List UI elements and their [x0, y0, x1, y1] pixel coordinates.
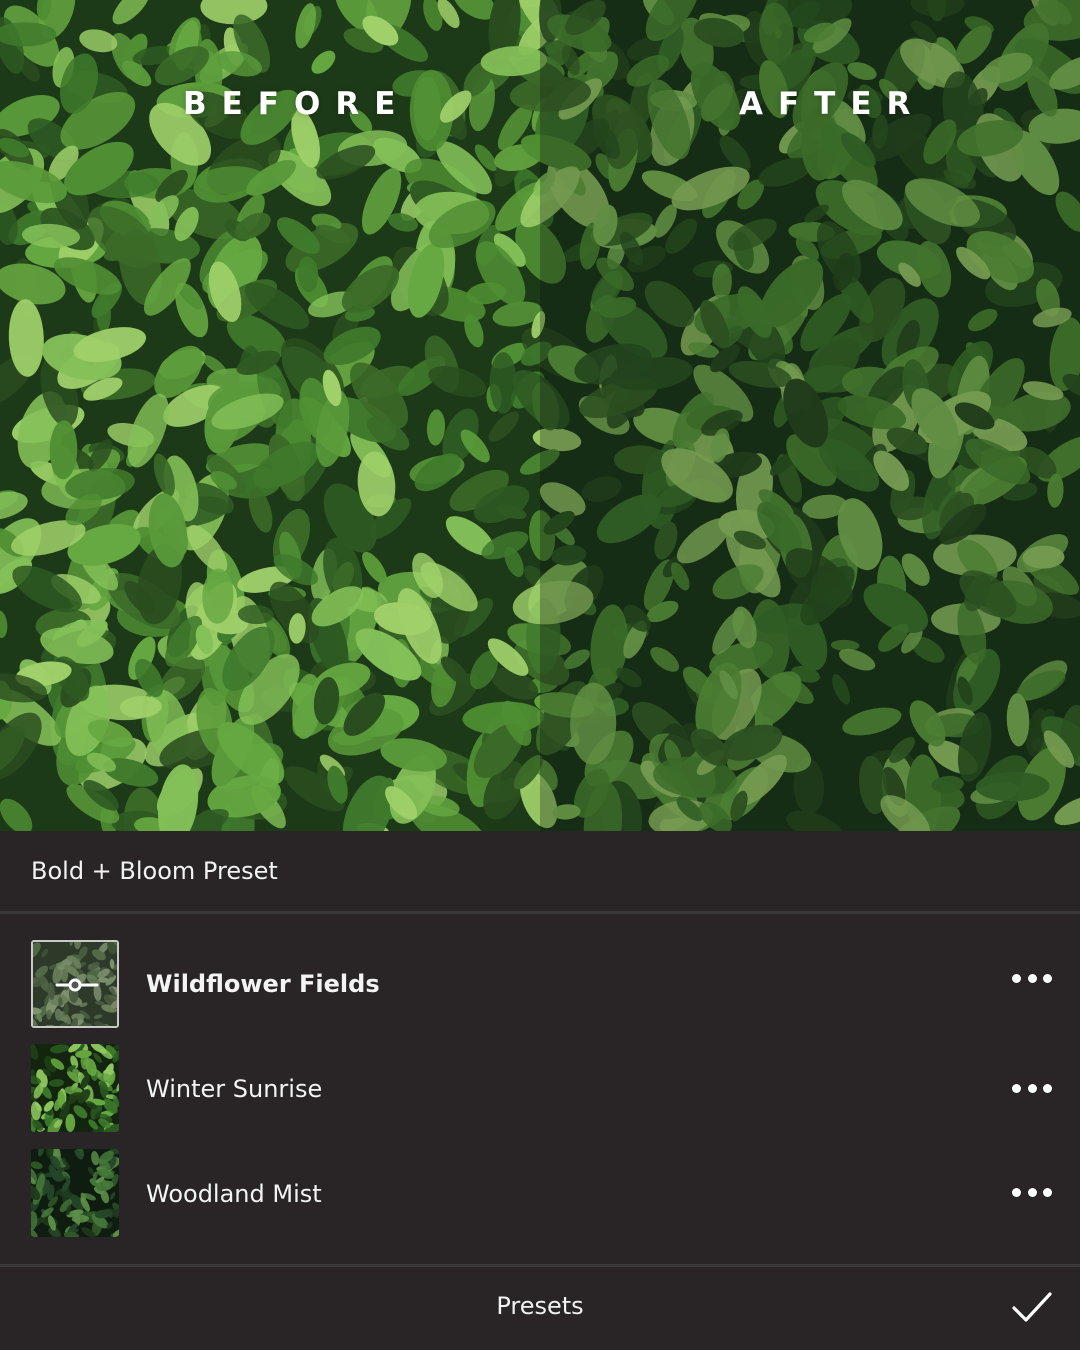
preset-item-wildflower-fields[interactable]: Wildflower Fields: [0, 940, 1080, 1030]
before-label: BEFORE: [183, 86, 411, 122]
footer-title: Presets: [496, 1292, 584, 1320]
preset-thumbnail: [31, 940, 119, 1028]
preset-item-woodland-mist[interactable]: Woodland Mist: [0, 1149, 1080, 1239]
more-options-icon[interactable]: [1012, 1081, 1052, 1095]
preset-item-winter-sunrise[interactable]: Winter Sunrise: [0, 1044, 1080, 1134]
preset-name: Wildflower Fields: [146, 970, 380, 998]
footer-bar: Presets: [0, 1267, 1080, 1350]
more-options-icon[interactable]: [1012, 971, 1052, 985]
preset-list: Wildflower Fields Winter Sunrise Woodlan…: [0, 914, 1080, 1264]
preset-name: Winter Sunrise: [146, 1075, 323, 1103]
more-options-icon[interactable]: [1012, 1185, 1052, 1199]
preset-name: Woodland Mist: [146, 1180, 322, 1208]
slider-icon: [55, 978, 99, 992]
preset-group-header: Bold + Bloom Preset: [0, 831, 1080, 911]
preset-thumbnail: [31, 1149, 119, 1237]
checkmark-icon[interactable]: [1010, 1287, 1054, 1327]
preset-thumbnail: [31, 1044, 119, 1132]
after-image: [540, 0, 1080, 831]
after-label: AFTER: [739, 86, 926, 122]
preset-group-title: Bold + Bloom Preset: [31, 857, 278, 885]
before-after-photo[interactable]: BEFORE AFTER: [0, 0, 1080, 831]
before-image: [0, 0, 540, 831]
